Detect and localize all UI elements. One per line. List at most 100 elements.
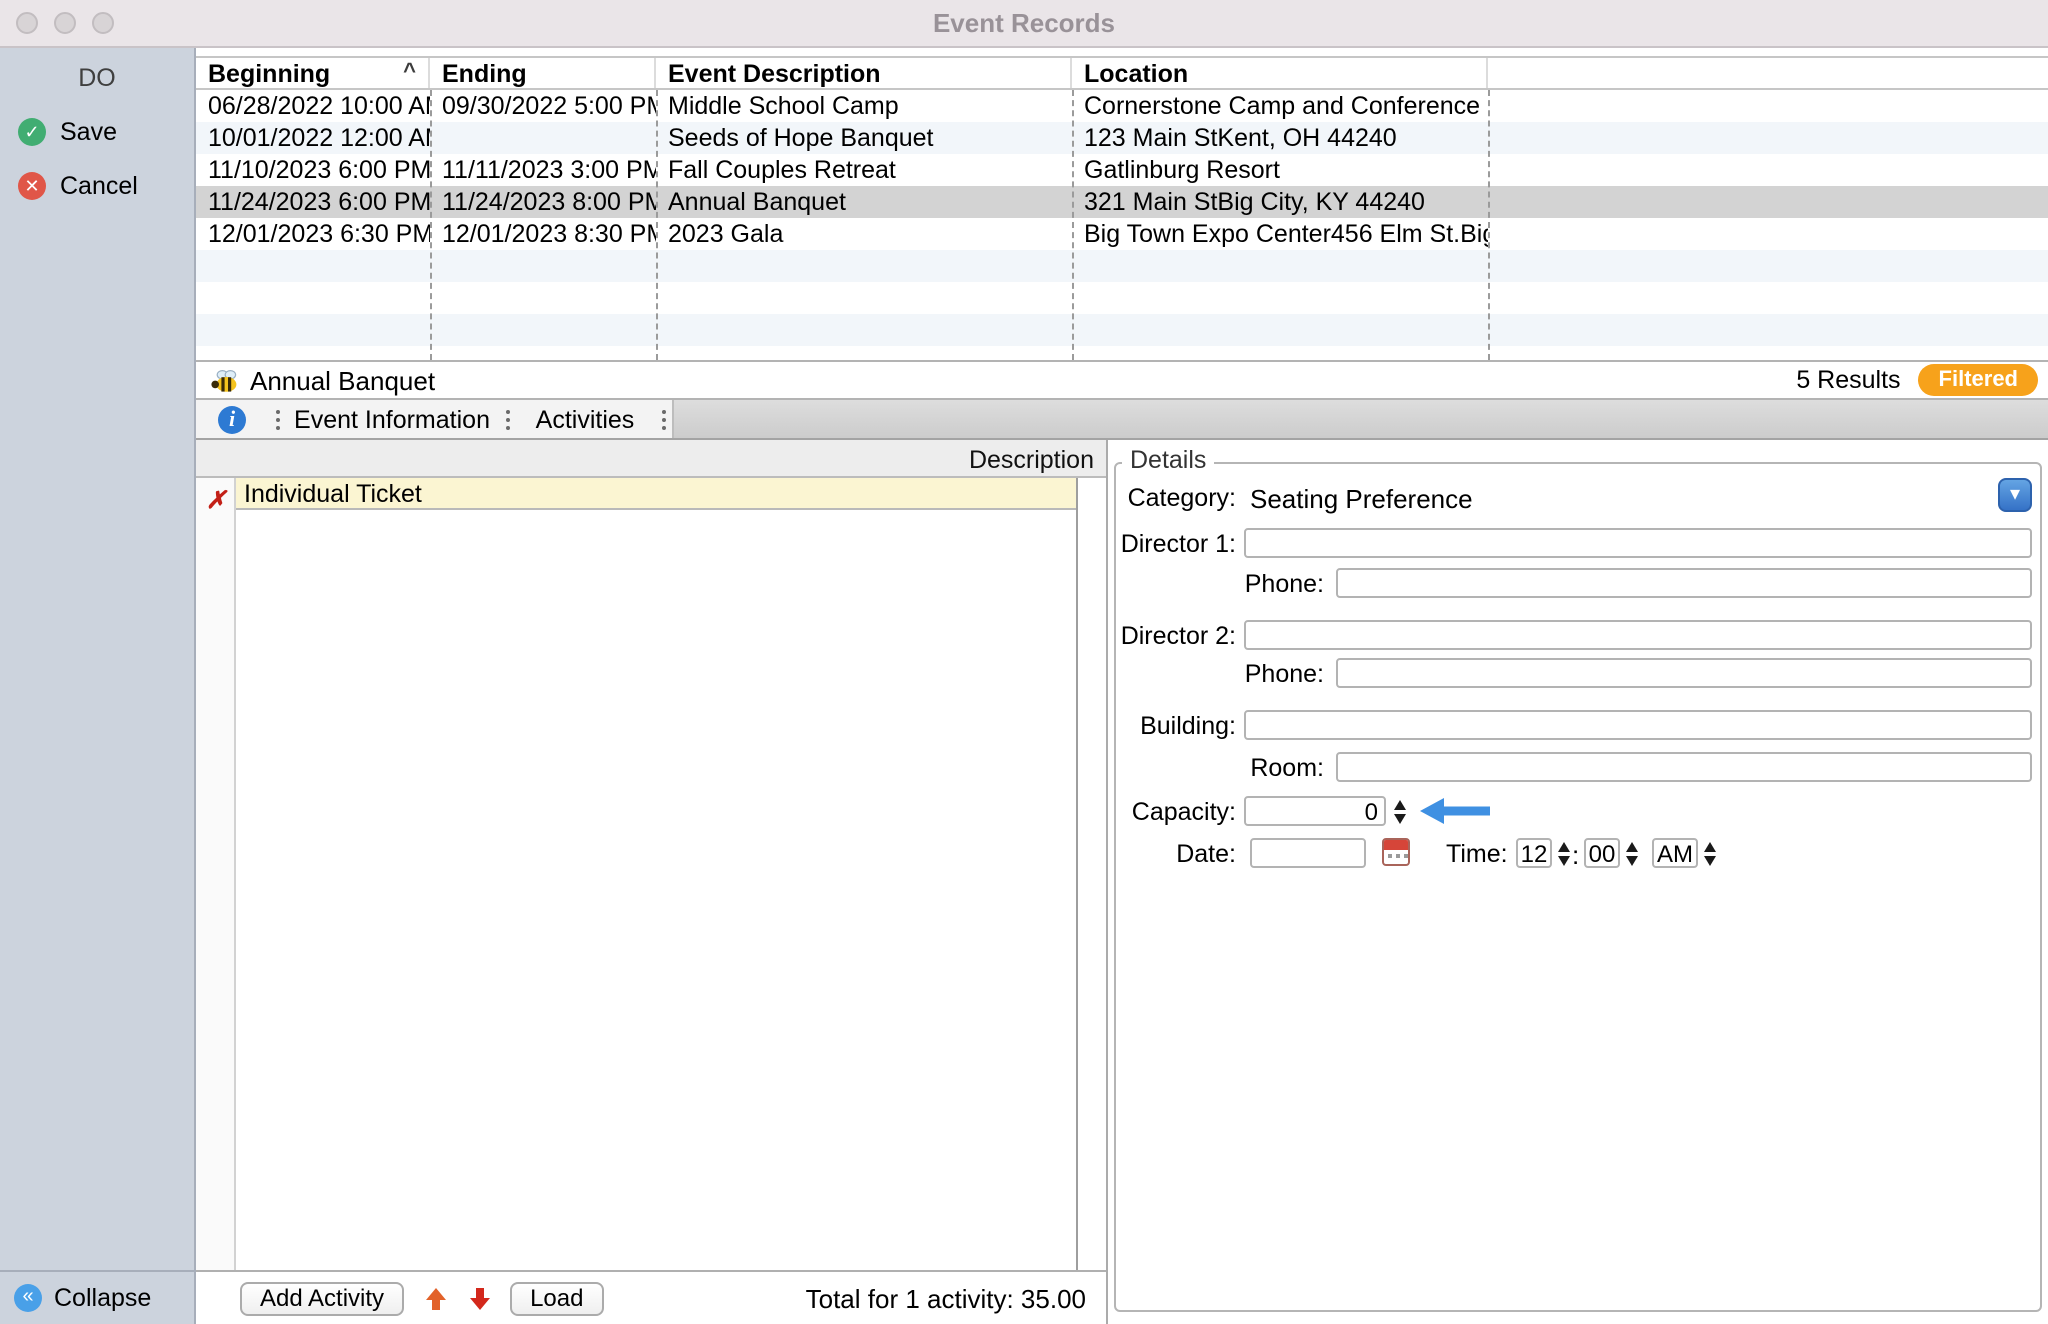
table-row[interactable] — [196, 250, 2048, 282]
director2-label: Director 2: — [1108, 622, 1236, 652]
cell-beginning — [196, 346, 430, 360]
cell-location: 123 Main StKent, OH 44240 — [1072, 122, 1488, 154]
capacity-stepper[interactable] — [1390, 796, 1408, 826]
window-title: Event Records — [0, 0, 2048, 46]
cell-blank — [1488, 186, 2048, 218]
collapse-label: Collapse — [54, 1284, 151, 1312]
cell-location — [1072, 314, 1488, 346]
cancel-label: Cancel — [60, 172, 138, 200]
table-row[interactable] — [196, 282, 2048, 314]
sidebar-header: DO — [0, 64, 194, 92]
table-row[interactable] — [196, 314, 2048, 346]
activity-row-gutter: ✗ — [196, 478, 236, 1270]
tab-event-information[interactable]: Event Information — [286, 400, 498, 438]
cell-ending — [430, 250, 656, 282]
table-row[interactable]: 11/10/2023 6:00 PM 11/11/2023 3:00 PM Fa… — [196, 154, 2048, 186]
time-ampm-input[interactable] — [1652, 838, 1698, 868]
table-row[interactable]: 11/24/2023 6:00 PM 11/24/2023 8:00 PM An… — [196, 186, 2048, 218]
activities-total: Total for 1 activity: 35.00 — [806, 1284, 1086, 1314]
cell-blank — [1488, 90, 2048, 122]
building-label: Building: — [1108, 712, 1236, 742]
time-minute-input[interactable] — [1584, 838, 1620, 868]
category-value: Seating Preference — [1250, 484, 1473, 514]
cell-blank — [1488, 314, 2048, 346]
tab-activities[interactable]: Activities — [516, 400, 654, 438]
cell-description: Annual Banquet — [656, 186, 1072, 218]
cell-beginning — [196, 314, 430, 346]
delete-activity-icon[interactable]: ✗ — [206, 486, 234, 514]
cancel-button[interactable]: ✕ Cancel — [18, 172, 194, 200]
tab-separator-dots-icon — [498, 400, 516, 438]
cell-ending: 11/24/2023 8:00 PM — [430, 186, 656, 218]
cell-description — [656, 346, 1072, 360]
cell-blank — [1488, 250, 2048, 282]
cell-location — [1072, 282, 1488, 314]
column-header-ending[interactable]: Ending — [430, 58, 656, 88]
table-row[interactable]: 06/28/2022 10:00 AM 09/30/2022 5:00 PM M… — [196, 90, 2048, 122]
phone2-input[interactable] — [1336, 658, 2032, 688]
move-up-arrow-icon[interactable] — [424, 1287, 448, 1309]
table-row[interactable] — [196, 346, 2048, 360]
director2-input[interactable] — [1244, 620, 2032, 650]
tab-separator-dots-icon — [268, 400, 286, 438]
sort-ascending-icon: ^ — [403, 60, 416, 84]
time-label: Time: — [1446, 840, 1498, 870]
activities-list: Individual Ticket — [236, 478, 1078, 1270]
add-activity-button[interactable]: Add Activity — [240, 1281, 404, 1315]
cell-blank — [1488, 218, 2048, 250]
tab-bar: i Event Information Activities — [196, 400, 2048, 440]
cell-beginning: 11/24/2023 6:00 PM — [196, 186, 430, 218]
room-input[interactable] — [1336, 752, 2032, 782]
cell-beginning: 12/01/2023 6:30 PM — [196, 218, 430, 250]
bee-icon — [210, 367, 240, 393]
collapse-button[interactable]: « Collapse — [0, 1270, 194, 1324]
time-hour-input[interactable] — [1516, 838, 1552, 868]
results-count: 5 Results — [1796, 366, 1900, 394]
director1-input[interactable] — [1244, 528, 2032, 558]
column-header-beginning[interactable]: Beginning ^ — [196, 58, 430, 88]
column-header-blank — [1488, 58, 2048, 88]
time-ampm-stepper[interactable] — [1700, 838, 1718, 868]
cell-beginning: 10/01/2022 12:00 AM — [196, 122, 430, 154]
save-button[interactable]: ✓ Save — [18, 118, 194, 146]
load-button[interactable]: Load — [510, 1281, 603, 1315]
cell-ending — [430, 346, 656, 360]
collapse-chevron-icon: « — [14, 1284, 42, 1312]
room-label: Room: — [1108, 754, 1324, 784]
cell-location: Cornerstone Camp and Conference Center — [1072, 90, 1488, 122]
cell-description — [656, 250, 1072, 282]
info-button[interactable]: i — [196, 400, 268, 438]
table-row[interactable]: 10/01/2022 12:00 AM Seeds of Hope Banque… — [196, 122, 2048, 154]
cell-description — [656, 314, 1072, 346]
capacity-input[interactable] — [1244, 796, 1386, 826]
cell-blank — [1488, 122, 2048, 154]
info-icon: i — [218, 405, 246, 433]
phone1-input[interactable] — [1336, 568, 2032, 598]
events-table: Beginning ^ Ending Event Description Loc… — [196, 48, 2048, 360]
table-row[interactable]: 12/01/2023 6:30 PM 12/01/2023 8:30 PM 20… — [196, 218, 2048, 250]
column-header-event-description[interactable]: Event Description — [656, 58, 1072, 88]
time-hour-stepper[interactable] — [1554, 838, 1572, 868]
tab-separator-dots-icon — [654, 400, 672, 438]
column-header-location[interactable]: Location — [1072, 58, 1488, 88]
cell-blank — [1488, 154, 2048, 186]
cell-location — [1072, 250, 1488, 282]
save-check-icon: ✓ — [18, 118, 46, 146]
time-minute-stepper[interactable] — [1622, 838, 1640, 868]
events-table-body: 06/28/2022 10:00 AM 09/30/2022 5:00 PM M… — [196, 90, 2048, 360]
activity-row[interactable]: Individual Ticket — [236, 478, 1076, 510]
date-input[interactable] — [1250, 838, 1366, 868]
filtered-badge[interactable]: Filtered — [1919, 364, 2038, 396]
calendar-icon[interactable] — [1382, 838, 1410, 866]
cell-beginning: 11/10/2023 6:00 PM — [196, 154, 430, 186]
description-column-header[interactable]: Description — [196, 440, 1106, 478]
capacity-label: Capacity: — [1108, 798, 1236, 828]
building-input[interactable] — [1244, 710, 2032, 740]
cell-description: 2023 Gala — [656, 218, 1072, 250]
move-down-arrow-icon[interactable] — [468, 1287, 492, 1309]
cell-ending: 12/01/2023 8:30 PM — [430, 218, 656, 250]
sidebar: DO ✓ Save ✕ Cancel « Collapse — [0, 48, 196, 1324]
cell-ending — [430, 314, 656, 346]
selected-record-title: Annual Banquet — [250, 365, 435, 395]
category-dropdown-button[interactable]: ▾ — [1998, 478, 2032, 512]
